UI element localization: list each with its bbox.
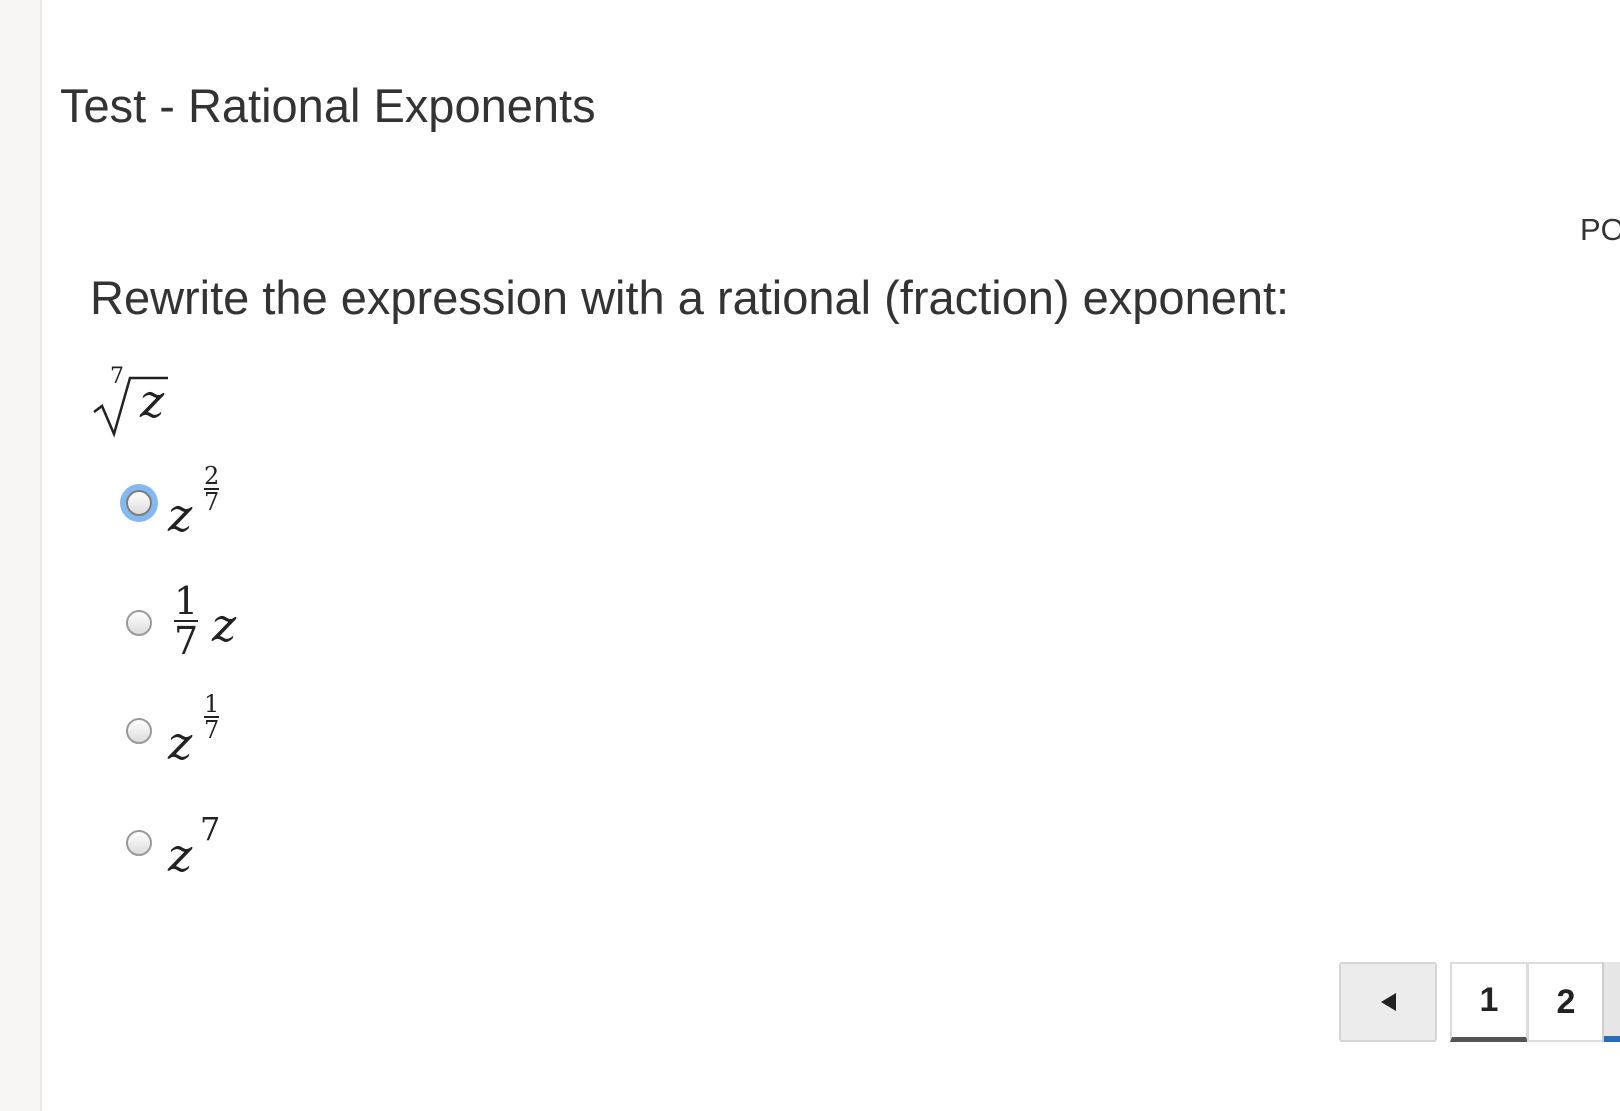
radical-expression: 7 z: [92, 364, 182, 438]
radicand: z: [140, 374, 165, 428]
test-title: Test - Rational Exponents: [60, 79, 596, 132]
option-1-exponent: 2 7: [204, 462, 220, 516]
page-tab-3-partial[interactable]: [1602, 962, 1620, 1042]
points-label: PO: [1580, 212, 1620, 247]
option-2[interactable]: 1 7 z: [122, 582, 422, 666]
option-4-radio[interactable]: [126, 830, 152, 856]
question-prompt: Rewrite the expression with a rational (…: [90, 271, 1290, 324]
left-rail: [0, 0, 42, 1111]
option-1-exp-denominator: 7: [204, 488, 220, 516]
option-4[interactable]: z 7: [122, 806, 422, 886]
option-1[interactable]: z 2 7: [122, 462, 422, 546]
option-2-coef-numerator: 1: [174, 579, 199, 623]
option-4-base: z: [168, 828, 193, 882]
option-3-exponent: 1 7: [204, 690, 220, 744]
left-triangle-icon: [1380, 993, 1396, 1011]
option-4-exponent: 7: [200, 810, 221, 848]
previous-question-button[interactable]: [1339, 962, 1437, 1042]
option-1-radio[interactable]: [126, 490, 152, 516]
page-tab-1[interactable]: 1: [1450, 962, 1528, 1042]
test-page: Test - Rational Exponents PO Rewrite the…: [0, 0, 1620, 1111]
option-3-base: z: [168, 716, 193, 770]
option-2-coefficient: 1 7: [174, 579, 199, 663]
option-3-radio[interactable]: [126, 718, 152, 744]
option-3-exp-numerator: 1: [204, 690, 220, 718]
page-tab-3-indicator: [1604, 1036, 1620, 1042]
option-1-exp-numerator: 2: [204, 462, 220, 490]
option-3[interactable]: z 1 7: [122, 692, 422, 776]
option-3-exp-denominator: 7: [204, 716, 220, 744]
option-1-base: z: [168, 488, 193, 542]
option-2-radio[interactable]: [126, 610, 152, 636]
option-2-coef-denominator: 7: [174, 619, 199, 663]
option-2-base: z: [212, 598, 237, 652]
page-tab-2[interactable]: 2: [1527, 962, 1605, 1042]
